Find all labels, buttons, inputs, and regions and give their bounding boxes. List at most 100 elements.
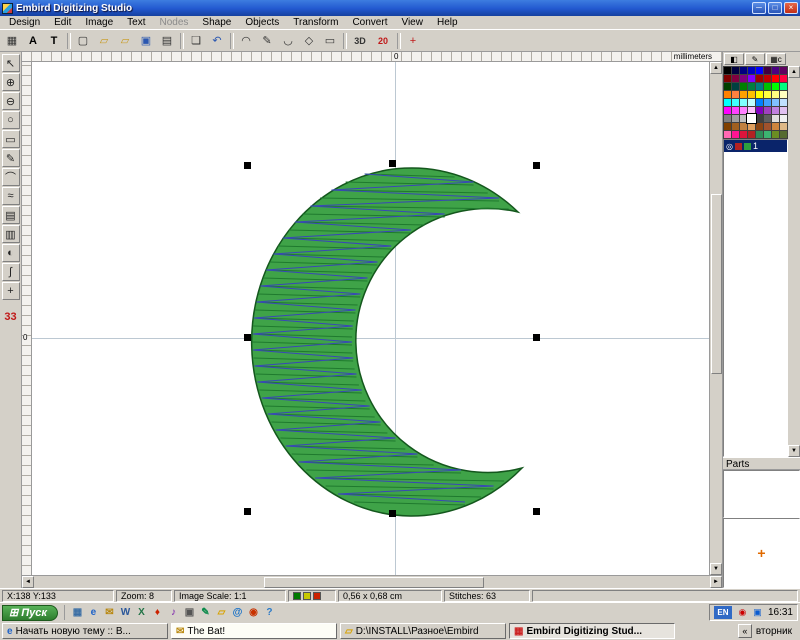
panel-scrollbar[interactable]: ▲ ▼ (788, 66, 800, 457)
palette-color[interactable] (764, 83, 771, 90)
task-button[interactable]: ✉ The Bat! (171, 623, 337, 639)
curve-tool-icon[interactable]: ◡ (278, 31, 298, 50)
palette-color[interactable] (772, 67, 779, 74)
menu-item[interactable]: Design (2, 16, 47, 29)
palette-color[interactable] (724, 99, 731, 106)
selection-handle[interactable] (533, 334, 540, 341)
task-button[interactable]: e Начать новую тему :: В... (2, 623, 168, 639)
node-edit-icon[interactable]: ✎ (257, 31, 277, 50)
selection-handle[interactable] (244, 508, 251, 515)
rectangle-tool[interactable]: ▭ (2, 130, 20, 148)
menu-item[interactable]: Help (430, 16, 465, 29)
palette-color[interactable] (732, 115, 739, 122)
menu-item[interactable]: View (394, 16, 430, 29)
palette-color[interactable] (740, 91, 747, 98)
palette-color[interactable] (724, 83, 731, 90)
design-canvas[interactable] (32, 62, 709, 575)
palette-color[interactable] (772, 99, 779, 106)
background-toggle-button[interactable]: ◧ (724, 53, 744, 65)
stitch-density-button[interactable]: 20 (372, 31, 394, 50)
palette-color[interactable] (764, 107, 771, 114)
palette-color[interactable] (780, 131, 787, 138)
palette-color[interactable] (756, 67, 763, 74)
scroll-up-icon[interactable]: ▲ (710, 62, 722, 74)
menu-item[interactable]: Objects (238, 16, 286, 29)
vertical-scroll-thumb[interactable] (711, 194, 722, 374)
tray-collapse-button[interactable]: « (738, 624, 752, 638)
palette-color[interactable] (732, 75, 739, 82)
visibility-icon[interactable]: ◎ (726, 142, 733, 151)
notepad-icon[interactable]: ▣ (182, 605, 197, 620)
excel-icon[interactable]: X (134, 605, 149, 620)
palette-color[interactable] (732, 99, 739, 106)
menu-item[interactable]: Image (78, 16, 120, 29)
minimize-button[interactable]: ─ (752, 2, 766, 14)
palette-color[interactable] (740, 67, 747, 74)
selection-handle[interactable] (533, 508, 540, 515)
palette-mode-button[interactable]: ▦c (766, 53, 786, 65)
palette-color[interactable] (732, 123, 739, 130)
palette-color[interactable] (780, 115, 787, 122)
ellipse-tool[interactable]: ○ (2, 111, 20, 129)
open-design-icon[interactable]: ▱ (94, 31, 114, 50)
palette-color[interactable] (740, 99, 747, 106)
palette-color[interactable] (724, 91, 731, 98)
tray-volume-icon[interactable]: ▣ (751, 606, 764, 619)
print-icon[interactable]: ▤ (157, 31, 177, 50)
palette-color[interactable] (780, 107, 787, 114)
media-player-icon[interactable]: ♪ (166, 605, 181, 620)
palette-color[interactable] (764, 99, 771, 106)
tray-app-icon[interactable]: ◉ (736, 606, 749, 619)
menu-item[interactable]: Convert (345, 16, 394, 29)
language-indicator[interactable]: EN (714, 606, 732, 619)
toolbar-button[interactable] (180, 33, 184, 49)
wave-stitch-tool[interactable]: ≈ (2, 187, 20, 205)
palette-color[interactable] (724, 115, 731, 122)
palette-color[interactable] (740, 115, 747, 122)
palette-color[interactable] (764, 123, 771, 130)
editor-icon[interactable]: ✎ (198, 605, 213, 620)
toolbar-button[interactable] (397, 33, 401, 49)
palette-color[interactable] (756, 91, 763, 98)
3d-preview-button[interactable]: 3D (349, 31, 371, 50)
palette-color[interactable] (732, 83, 739, 90)
toolbar-button[interactable] (230, 33, 234, 49)
palette-color[interactable] (772, 91, 779, 98)
rectangle-tool-icon[interactable]: ▭ (320, 31, 340, 50)
zoom-out-tool[interactable]: ⊖ (2, 92, 20, 110)
palette-color[interactable] (740, 123, 747, 130)
palette-color[interactable] (748, 83, 755, 90)
palette-color[interactable] (724, 67, 731, 74)
palette-color[interactable] (756, 131, 763, 138)
shape-tool-icon[interactable]: ◇ (299, 31, 319, 50)
maximize-button[interactable]: □ (768, 2, 782, 14)
palette-color[interactable] (764, 67, 771, 74)
palette-color[interactable] (756, 107, 763, 114)
palette-color[interactable] (756, 115, 763, 122)
selection-handle[interactable] (244, 162, 251, 169)
palette-color[interactable] (764, 131, 771, 138)
selection-handle[interactable] (389, 510, 396, 517)
palette-color[interactable] (724, 107, 731, 114)
horizontal-scroll-thumb[interactable] (264, 577, 484, 588)
scroll-down-icon[interactable]: ▼ (710, 563, 722, 575)
start-button[interactable]: ⊞ Пуск (2, 605, 58, 621)
toolbar-button[interactable] (343, 33, 347, 49)
selection-handle[interactable] (389, 160, 396, 167)
palette-color[interactable] (780, 75, 787, 82)
palette-color[interactable] (748, 75, 755, 82)
palette-color[interactable] (764, 91, 771, 98)
task-button[interactable]: ▱ D:\INSTALL\Разное\Embird (340, 623, 506, 639)
palette-color[interactable] (772, 115, 779, 122)
palette-color[interactable] (732, 107, 739, 114)
palette-color[interactable] (772, 123, 779, 130)
menu-item[interactable]: Text (120, 16, 152, 29)
palette-edit-button[interactable]: ✎ (745, 53, 765, 65)
menu-item[interactable]: Nodes (153, 16, 196, 29)
insert-point-tool[interactable]: + (2, 282, 20, 300)
palette-color[interactable] (772, 75, 779, 82)
palette-color[interactable] (764, 75, 771, 82)
arc-tool[interactable]: ⌒ (2, 168, 20, 186)
player-icon[interactable]: ◉ (246, 605, 261, 620)
save-design-icon[interactable]: ▣ (136, 31, 156, 50)
